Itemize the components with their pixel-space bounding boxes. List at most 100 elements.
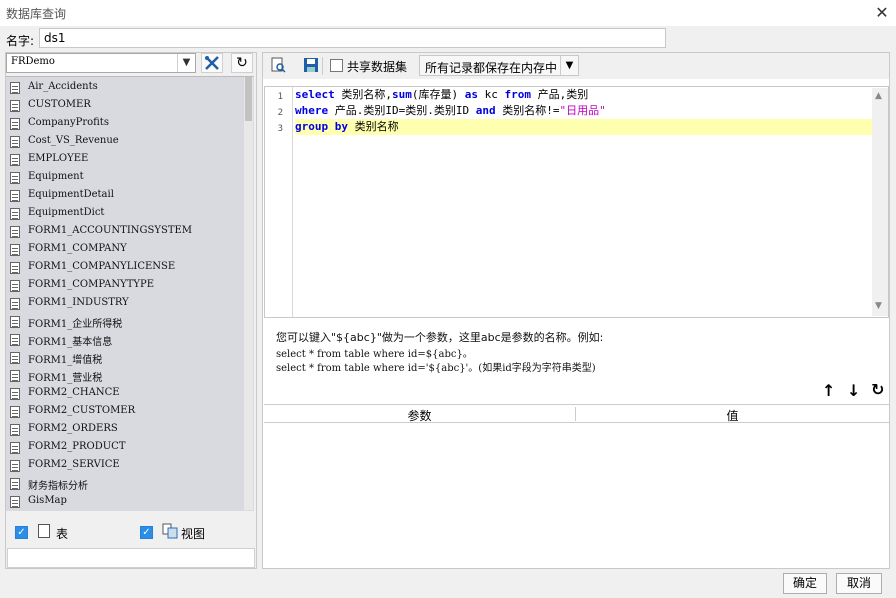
table-list-item[interactable]: CompanyProfits (8, 115, 244, 133)
sql-token: select (295, 88, 335, 101)
database-select[interactable]: FRDemo ▼ (6, 53, 196, 73)
table-list-item[interactable]: EquipmentDict (8, 205, 244, 223)
table-name: FORM2_CUSTOMER (28, 405, 136, 416)
table-list-item[interactable]: FORM1_COMPANYTYPE (8, 277, 244, 295)
table-list-item[interactable]: FORM1_营业税 (8, 367, 244, 385)
table-name: FORM1_基本信息 (28, 337, 113, 348)
table-list: Air_Accidents CUSTOMER CompanyProfits Cost_… (6, 76, 254, 511)
name-input[interactable]: ds1 (39, 28, 666, 48)
table-icon (10, 280, 20, 292)
table-list-item[interactable]: GisMap (8, 493, 244, 511)
table-list-item[interactable]: FORM2_ORDERS (8, 421, 244, 439)
table-icon (10, 496, 20, 508)
scroll-up-icon[interactable]: ▲ (875, 91, 882, 101)
table-name: EMPLOYEE (28, 153, 89, 164)
table-icon (10, 154, 20, 166)
scroll-down-icon[interactable]: ▼ (875, 301, 882, 311)
sql-editor[interactable]: 1 2 3 select 类别名称,sum(库存量) as kc from 产品… (264, 86, 889, 318)
table-list-item[interactable]: FORM2_CUSTOMER (8, 403, 244, 421)
ok-button[interactable]: 确定 (783, 573, 827, 594)
params-table-header: 参数 值 (264, 404, 889, 423)
table-name: FORM1_营业税 (28, 373, 103, 384)
code-line-1: select 类别名称,sum(库存量) as kc from 产品,类别 (295, 87, 588, 103)
table-icon (10, 100, 20, 112)
table-name: FORM1_COMPANYTYPE (28, 279, 155, 290)
move-down-icon[interactable]: ↓ (847, 381, 860, 400)
table-list-item[interactable]: FORM1_增值税 (8, 349, 244, 367)
table-list-item[interactable]: FORM1_ACCOUNTINGSYSTEM (8, 223, 244, 241)
table-list-scrollbar[interactable] (244, 77, 253, 510)
sql-token: 产品,类别 (531, 88, 589, 101)
save-icon[interactable] (303, 57, 319, 73)
table-list-item[interactable]: EquipmentDetail (8, 187, 244, 205)
table-icon (10, 352, 20, 364)
table-name: EquipmentDict (28, 207, 105, 218)
table-name: FORM2_PRODUCT (28, 441, 126, 452)
table-list-item[interactable]: EMPLOYEE (8, 151, 244, 169)
table-list-item[interactable]: FORM2_CHANCE (8, 385, 244, 403)
editor-scrollbar[interactable]: ▲ ▼ (872, 88, 888, 316)
memory-mode-value: 所有记录都保存在内存中 (425, 61, 558, 75)
scrollbar-thumb[interactable] (245, 77, 252, 121)
view-checkbox-label: 视图 (181, 527, 206, 541)
sql-token: "日用品" (559, 104, 606, 117)
table-name: Equipment (28, 171, 84, 182)
sql-token: 类别名称!= (495, 104, 560, 117)
connection-settings-button[interactable] (201, 53, 223, 73)
sql-token: (库存量) (411, 88, 465, 101)
table-icon (10, 370, 20, 382)
table-icon (10, 82, 20, 94)
line-number: 1 (277, 92, 283, 102)
table-list-item[interactable]: 财务指标分析 (8, 475, 244, 493)
table-icon (10, 244, 20, 256)
view-icon (162, 523, 178, 539)
title-bar (0, 0, 896, 26)
table-icon (10, 406, 20, 418)
share-dataset-checkbox[interactable] (330, 59, 343, 72)
database-select-value: FRDemo (11, 56, 55, 67)
line-number-gutter: 1 2 3 (265, 87, 293, 317)
table-list-item[interactable]: CUSTOMER (8, 97, 244, 115)
table-list-item[interactable]: FORM1_COMPANY (8, 241, 244, 259)
params-table-body[interactable] (264, 424, 889, 568)
value-column-header[interactable]: 值 (576, 407, 889, 424)
table-list-item[interactable]: FORM1_COMPANYLICENSE (8, 259, 244, 277)
table-checkbox[interactable]: ✓ (15, 526, 28, 539)
table-name: FORM2_CHANCE (28, 387, 120, 398)
table-icon (10, 262, 20, 274)
sql-token: and (475, 104, 496, 117)
table-name: FORM2_ORDERS (28, 423, 118, 434)
param-hint-line1: 您可以键入"${abc}"做为一个参数，这里abc是参数的名称。例如: (276, 331, 604, 344)
table-name: Cost_VS_Revenue (28, 135, 119, 146)
table-icon (10, 424, 20, 436)
chevron-down-icon[interactable]: ▼ (177, 54, 195, 72)
table-list-item[interactable]: FORM1_INDUSTRY (8, 295, 244, 313)
sql-token: as (464, 88, 478, 101)
table-list-item[interactable]: FORM2_SERVICE (8, 457, 244, 475)
sql-token: 产品.类别ID=类别.类别ID (328, 104, 476, 117)
table-icon (10, 334, 20, 346)
chevron-down-icon[interactable]: ▼ (560, 56, 578, 75)
table-list-item[interactable]: Air_Accidents (8, 79, 244, 97)
table-search-input[interactable] (7, 548, 255, 568)
refresh-params-icon[interactable]: ↻ (871, 380, 884, 399)
table-list-item[interactable]: FORM2_PRODUCT (8, 439, 244, 457)
table-icon (10, 118, 20, 130)
preview-icon[interactable] (270, 57, 286, 73)
cancel-button[interactable]: 取消 (836, 573, 882, 594)
code-line-2: where 产品.类别ID=类别.类别ID and 类别名称!="日用品" (295, 103, 606, 119)
table-list-item[interactable]: FORM1_企业所得税 (8, 313, 244, 331)
move-up-icon[interactable]: ↑ (822, 381, 835, 400)
close-button[interactable]: ✕ (872, 3, 892, 23)
table-list-item[interactable]: Cost_VS_Revenue (8, 133, 244, 151)
table-icon (10, 190, 20, 202)
sql-token: 类别名称, (334, 88, 392, 101)
memory-mode-select[interactable]: 所有记录都保存在内存中 ▼ (419, 55, 579, 76)
view-checkbox[interactable]: ✓ (140, 526, 153, 539)
refresh-icon[interactable]: ↻ (231, 53, 253, 73)
table-list-item[interactable]: FORM1_基本信息 (8, 331, 244, 349)
table-list-item[interactable]: Equipment (8, 169, 244, 187)
table-name: EquipmentDetail (28, 189, 114, 200)
param-column-header[interactable]: 参数 (264, 407, 575, 424)
window-title: 数据库查询 (6, 7, 67, 21)
